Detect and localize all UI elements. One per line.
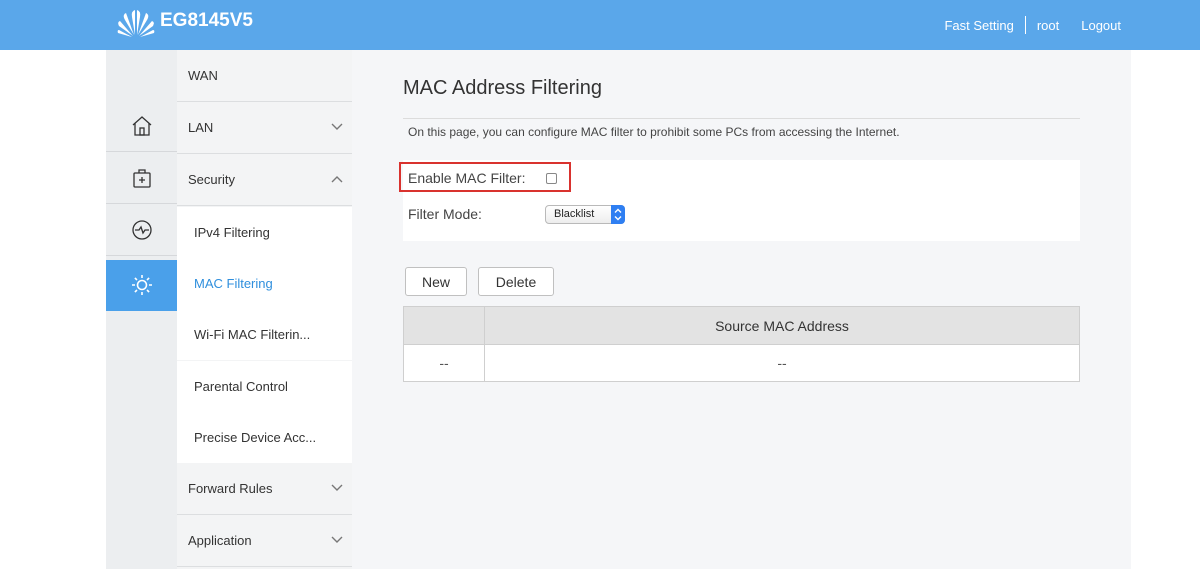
menu-lan-label: LAN — [188, 120, 214, 135]
user-link[interactable]: root — [1037, 18, 1059, 33]
select-arrows-icon — [611, 205, 625, 224]
menu-application-label: Application — [188, 533, 252, 548]
chevron-up-icon — [331, 176, 343, 183]
top-bar: EG8145V5 Fast Setting root Logout — [0, 0, 1200, 50]
table-row: -- -- — [403, 344, 1080, 382]
menu-lan[interactable]: LAN — [177, 102, 352, 154]
page-description: On this page, you can configure MAC filt… — [408, 125, 900, 139]
model-name: EG8145V5 — [160, 10, 253, 31]
menu-wan-label: WAN — [188, 68, 218, 83]
menu-security-label: Security — [188, 172, 235, 187]
fast-setting-link[interactable]: Fast Setting — [944, 18, 1013, 33]
enable-mac-filter-checkbox[interactable] — [546, 173, 557, 184]
submenu-label: Wi-Fi MAC Filterin... — [194, 327, 311, 342]
submenu-label: MAC Filtering — [194, 276, 273, 291]
toolbox-nav[interactable] — [106, 153, 177, 204]
settings-nav[interactable] — [106, 260, 177, 311]
submenu-parental-control[interactable]: Parental Control — [177, 361, 352, 412]
submenu-mac-filtering[interactable]: MAC Filtering — [177, 258, 352, 309]
new-button[interactable]: New — [405, 267, 467, 296]
menu-application[interactable]: Application — [177, 515, 352, 567]
link-divider — [1024, 16, 1026, 34]
page-title: MAC Address Filtering — [403, 77, 602, 99]
submenu-label: IPv4 Filtering — [194, 225, 270, 240]
main-content: MAC Address Filtering On this page, you … — [352, 50, 1131, 569]
title-divider — [403, 118, 1080, 119]
chevron-down-icon — [331, 484, 343, 491]
diagnose-nav[interactable] — [106, 205, 177, 256]
toolbox-icon — [132, 169, 151, 188]
settings-menu: WAN LAN Security IPv4 Filtering MAC Filt… — [177, 50, 354, 569]
enable-mac-filter-label: Enable MAC Filter: — [408, 170, 526, 186]
logout-link[interactable]: Logout — [1081, 18, 1121, 33]
select-column-header — [403, 306, 485, 345]
table-header-row: Source MAC Address — [403, 306, 1080, 345]
home-nav[interactable] — [106, 101, 177, 152]
filter-mode-select[interactable]: Blacklist — [545, 205, 625, 224]
filter-mode-value: Blacklist — [554, 208, 595, 220]
menu-forward-rules[interactable]: Forward Rules — [177, 463, 352, 515]
settings-icon — [131, 275, 152, 295]
submenu-precise-device-access[interactable]: Precise Device Acc... — [177, 412, 352, 463]
source-mac-column-header: Source MAC Address — [484, 306, 1080, 345]
table-cell: -- — [484, 344, 1080, 382]
submenu-wifi-mac-filtering[interactable]: Wi-Fi MAC Filterin... — [177, 309, 352, 360]
delete-button[interactable]: Delete — [478, 267, 554, 296]
menu-forward-rules-label: Forward Rules — [188, 481, 273, 496]
mac-filter-table: Source MAC Address -- -- — [403, 306, 1080, 382]
filter-mode-label: Filter Mode: — [408, 206, 482, 222]
chevron-down-icon — [331, 123, 343, 130]
top-links: Fast Setting root Logout — [944, 16, 1121, 34]
table-cell: -- — [403, 344, 485, 382]
icon-sidebar — [106, 50, 177, 569]
home-icon — [132, 116, 151, 136]
submenu-ipv4-filtering[interactable]: IPv4 Filtering — [177, 207, 352, 258]
chevron-down-icon — [331, 536, 343, 543]
menu-wan[interactable]: WAN — [177, 50, 352, 102]
huawei-logo-icon — [117, 10, 155, 37]
diagnose-icon — [131, 220, 152, 240]
submenu-label: Precise Device Acc... — [194, 430, 317, 445]
submenu-label: Parental Control — [194, 379, 288, 394]
menu-security[interactable]: Security — [177, 154, 352, 206]
